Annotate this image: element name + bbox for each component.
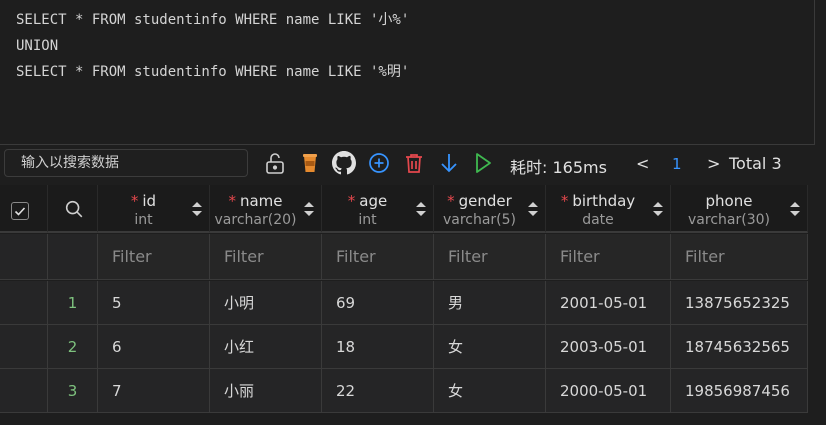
- row-index: 1: [48, 281, 98, 325]
- download-arrow-icon[interactable]: [437, 151, 461, 175]
- unlock-icon[interactable]: [263, 151, 287, 175]
- table-row[interactable]: 3 7 小丽 22 女 2000-05-01 19856987456: [0, 369, 808, 413]
- cell-gender[interactable]: 男: [434, 281, 546, 325]
- row-select-cell[interactable]: [0, 325, 48, 369]
- select-all-checkbox[interactable]: [11, 202, 29, 220]
- row-index: 2: [48, 325, 98, 369]
- required-marker: *: [347, 192, 356, 210]
- filter-input[interactable]: Filter: [434, 234, 546, 280]
- coffee-cup-icon[interactable]: [298, 151, 322, 175]
- required-marker: *: [228, 192, 236, 210]
- cell-gender[interactable]: 女: [434, 325, 546, 369]
- cell-name[interactable]: 小红: [210, 325, 322, 369]
- cell-phone[interactable]: 13875652325: [671, 281, 808, 325]
- run-play-icon[interactable]: [471, 151, 495, 175]
- code-line: UNION: [16, 38, 59, 54]
- column-type: varchar(5): [442, 212, 517, 228]
- column-header-age[interactable]: * age int: [322, 185, 434, 233]
- cell-age[interactable]: 22: [322, 369, 434, 413]
- column-name: id: [142, 192, 157, 210]
- cell-gender[interactable]: 女: [434, 369, 546, 413]
- column-header-gender[interactable]: * gender varchar(5): [434, 185, 546, 233]
- cell-age[interactable]: 69: [322, 281, 434, 325]
- column-header-phone[interactable]: phone varchar(30): [671, 185, 808, 233]
- column-type: int: [134, 212, 153, 228]
- filter-input[interactable]: Filter: [98, 234, 210, 280]
- column-name: name: [239, 192, 283, 210]
- empty-cell: [0, 234, 48, 280]
- column-name: birthday: [572, 192, 636, 210]
- filter-input[interactable]: Filter: [322, 234, 434, 280]
- search-header: [48, 185, 98, 233]
- filter-input[interactable]: Filter: [546, 234, 671, 280]
- table-row[interactable]: 2 6 小红 18 女 2003-05-01 18745632565: [0, 325, 808, 369]
- filter-input[interactable]: Filter: [671, 234, 808, 280]
- column-header-birthday[interactable]: * birthday date: [546, 185, 671, 233]
- cell-birthday[interactable]: 2003-05-01: [546, 325, 671, 369]
- required-marker: *: [130, 192, 139, 210]
- column-name: age: [359, 192, 388, 210]
- search-icon[interactable]: [63, 198, 85, 224]
- cell-phone[interactable]: 18745632565: [671, 325, 808, 369]
- sort-icon[interactable]: [415, 200, 427, 218]
- delete-icon[interactable]: [402, 151, 426, 175]
- cell-birthday[interactable]: 2000-05-01: [546, 369, 671, 413]
- add-circle-icon[interactable]: [367, 151, 391, 175]
- empty-cell: [48, 234, 98, 280]
- required-marker: *: [560, 192, 569, 210]
- select-all-header: [0, 185, 48, 233]
- column-header-name[interactable]: * name varchar(20): [210, 185, 322, 233]
- elapsed-time: 耗时: 165ms: [510, 158, 607, 177]
- cell-id[interactable]: 6: [98, 325, 210, 369]
- prev-page-button[interactable]: <: [636, 154, 649, 173]
- sort-icon[interactable]: [527, 200, 539, 218]
- github-icon[interactable]: [332, 151, 356, 175]
- sort-icon[interactable]: [652, 200, 664, 218]
- cell-name[interactable]: 小丽: [210, 369, 322, 413]
- column-type: varchar(30): [688, 212, 770, 228]
- cell-phone[interactable]: 19856987456: [671, 369, 808, 413]
- code-line: SELECT * FROM studentinfo WHERE name LIK…: [16, 12, 410, 28]
- column-header-id[interactable]: * id int: [98, 185, 210, 233]
- total-count: Total 3: [729, 154, 782, 173]
- filter-row: Filter Filter Filter Filter Filter Filte…: [0, 234, 808, 280]
- search-input[interactable]: 输入以搜索数据: [4, 149, 248, 177]
- required-marker: *: [447, 192, 455, 210]
- code-line: SELECT * FROM studentinfo WHERE name LIK…: [16, 64, 410, 80]
- column-type: int: [358, 212, 377, 228]
- table-row[interactable]: 1 5 小明 69 男 2001-05-01 13875652325: [0, 281, 808, 325]
- row-index: 3: [48, 369, 98, 413]
- row-select-cell[interactable]: [0, 281, 48, 325]
- sort-icon[interactable]: [191, 200, 203, 218]
- result-toolbar: 输入以搜索数据 耗时: 165ms < 1 > Total 3: [0, 146, 826, 184]
- row-select-cell[interactable]: [0, 369, 48, 413]
- column-name: gender: [458, 192, 512, 210]
- cell-birthday[interactable]: 2001-05-01: [546, 281, 671, 325]
- column-type: date: [582, 212, 614, 228]
- next-page-button[interactable]: >: [707, 154, 720, 173]
- cell-id[interactable]: 5: [98, 281, 210, 325]
- sql-editor[interactable]: SELECT * FROM studentinfo WHERE name LIK…: [0, 0, 815, 145]
- column-type: varchar(20): [214, 212, 297, 228]
- current-page[interactable]: 1: [672, 155, 682, 173]
- sort-icon[interactable]: [789, 200, 801, 218]
- column-name: phone: [705, 192, 753, 210]
- cell-name[interactable]: 小明: [210, 281, 322, 325]
- cell-age[interactable]: 18: [322, 325, 434, 369]
- cell-id[interactable]: 7: [98, 369, 210, 413]
- sort-icon[interactable]: [303, 200, 315, 218]
- filter-input[interactable]: Filter: [210, 234, 322, 280]
